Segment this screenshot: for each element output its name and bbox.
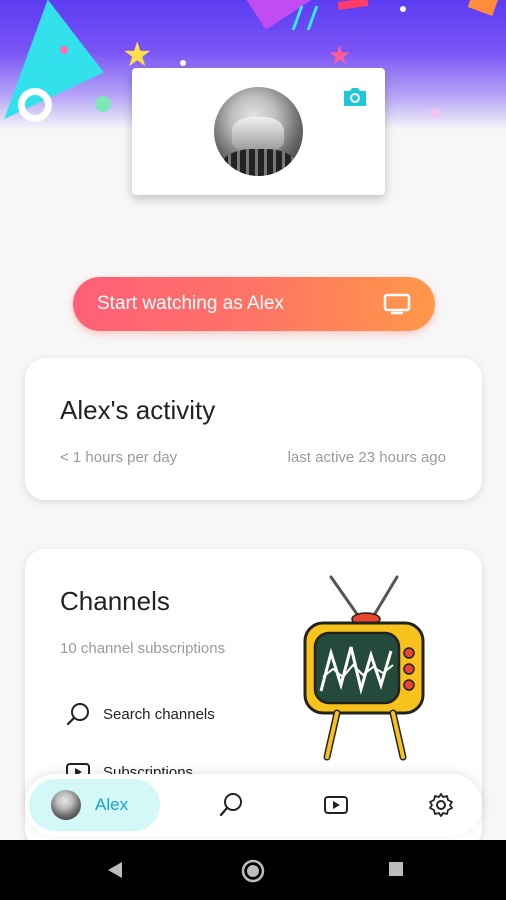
avatar[interactable] <box>214 87 303 176</box>
search-icon <box>66 703 89 726</box>
decorative-shape <box>400 6 406 12</box>
channels-title: Channels <box>60 586 170 616</box>
activity-card[interactable]: Alex's activity < 1 hours per day last a… <box>25 358 482 500</box>
star-icon: ★ <box>122 36 153 74</box>
nav-profile-name: Alex <box>95 795 129 814</box>
subscriptions-count: 10 channel subscriptions <box>60 640 226 657</box>
decorative-shape <box>180 60 186 66</box>
decorative-shape <box>337 0 369 11</box>
search-channels-button[interactable]: Search channels <box>65 701 215 727</box>
bottom-navigation: Alex <box>25 774 482 836</box>
decorative-shape <box>430 108 440 118</box>
camera-icon[interactable] <box>342 86 368 108</box>
home-icon[interactable] <box>240 858 266 884</box>
last-active-text: last active 23 hours ago <box>287 449 446 466</box>
decorative-shape <box>0 0 104 120</box>
tv-illustration <box>303 575 425 761</box>
back-icon[interactable] <box>103 858 127 882</box>
video-icon[interactable] <box>322 791 350 819</box>
tv-icon <box>383 293 411 315</box>
start-watching-label: Start watching as Alex <box>97 293 284 314</box>
start-watching-button[interactable]: Start watching as Alex <box>73 277 435 331</box>
avatar-image-detail <box>222 149 296 176</box>
star-icon: ★ <box>328 40 352 70</box>
decorative-shape <box>95 96 111 112</box>
search-channels-label: Search channels <box>103 705 215 723</box>
settings-icon[interactable] <box>427 791 455 819</box>
activity-title: Alex's activity <box>60 395 216 425</box>
usage-text: < 1 hours per day <box>60 449 178 466</box>
decorative-shape <box>60 46 68 54</box>
profile-card <box>132 68 385 195</box>
decorative-shape <box>18 88 52 122</box>
recents-icon[interactable] <box>385 858 407 880</box>
nav-profile-tab[interactable]: Alex <box>29 779 160 831</box>
system-navigation-bar <box>0 840 506 900</box>
avatar-image-detail <box>232 117 284 151</box>
search-icon[interactable] <box>217 791 245 819</box>
avatar <box>51 790 81 820</box>
decorative-shape <box>467 0 499 16</box>
